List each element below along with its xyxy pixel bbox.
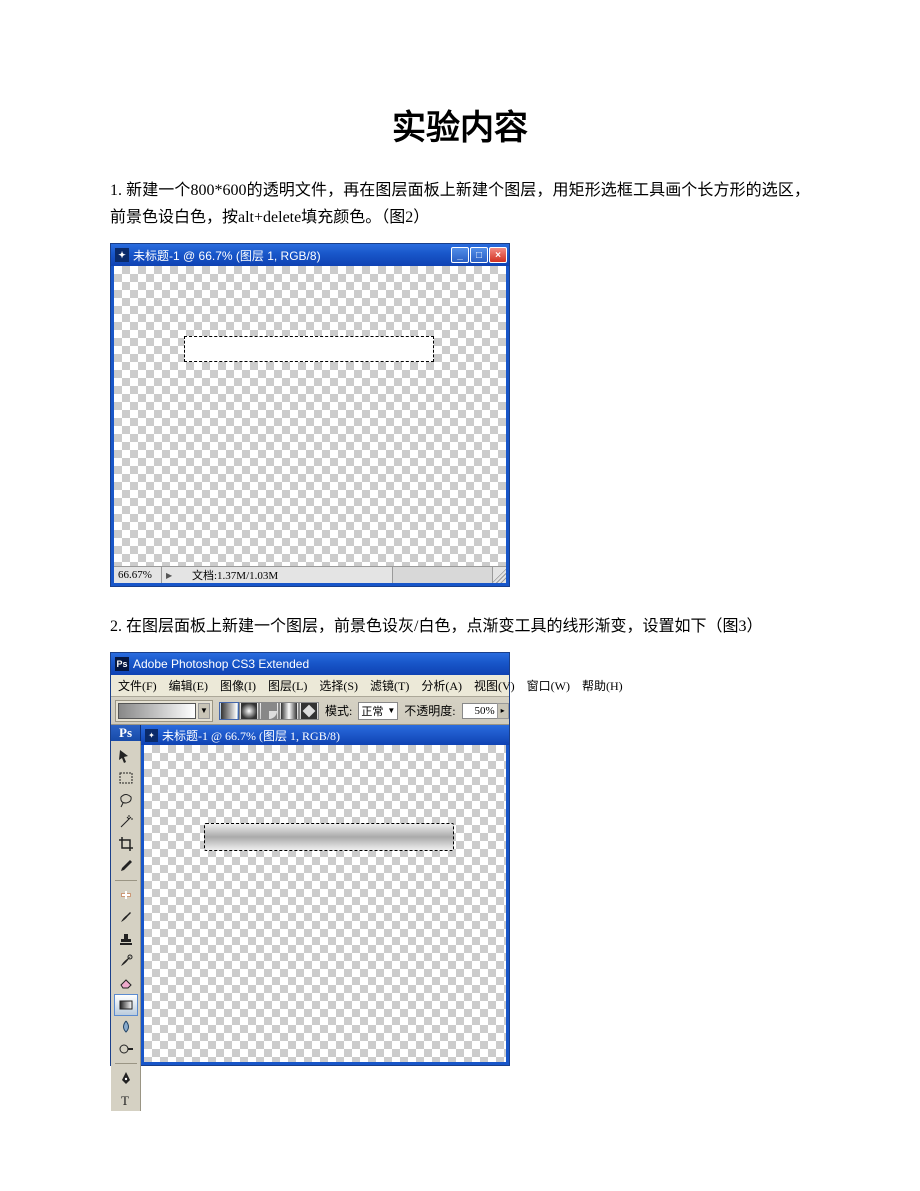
- eraser-tool-icon[interactable]: [114, 972, 138, 994]
- doc-window-titlebar[interactable]: ✦ 未标题-1 @ 66.7% (图层 1, RGB/8) _ □ ×: [111, 244, 509, 266]
- ps-doc-icon: ✦: [115, 248, 129, 262]
- doc-size-field[interactable]: 文档:1.37M/1.03M: [162, 567, 392, 583]
- paragraph-1: 1. 新建一个800*600的透明文件，再在图层面板上新建个图层，用矩形选框工具…: [110, 177, 810, 231]
- options-bar: ▼ 模式: 正常 ▼ 不透明度: 50% ▸: [111, 697, 509, 725]
- figure-2: Ps Adobe Photoshop CS3 Extended 文件(F) 编辑…: [110, 652, 510, 1066]
- brush-tool-icon[interactable]: [114, 906, 138, 928]
- diamond-gradient-button[interactable]: [299, 702, 319, 720]
- canvas-area-2[interactable]: [144, 745, 506, 1062]
- crop-tool-icon[interactable]: [114, 833, 138, 855]
- menu-layer[interactable]: 图层(L): [263, 675, 312, 696]
- gradient-picker[interactable]: ▼: [115, 700, 213, 722]
- doc-window-title-2: 未标题-1 @ 66.7% (图层 1, RGB/8): [162, 727, 340, 744]
- minimize-button[interactable]: _: [451, 247, 469, 263]
- app-window-titlebar[interactable]: Ps Adobe Photoshop CS3 Extended: [111, 653, 509, 675]
- type-tool-icon[interactable]: T: [114, 1089, 138, 1111]
- history-brush-tool-icon[interactable]: [114, 950, 138, 972]
- mode-label: 模式:: [325, 702, 352, 719]
- svg-text:T: T: [121, 1093, 129, 1108]
- blend-mode-value: 正常: [361, 703, 383, 719]
- magic-wand-tool-icon[interactable]: [114, 811, 138, 833]
- radial-gradient-button[interactable]: [239, 702, 259, 720]
- healing-brush-tool-icon[interactable]: [114, 884, 138, 906]
- marquee-tool-icon[interactable]: [114, 767, 138, 789]
- ps-brand-bar: Ps: [111, 725, 141, 741]
- gradient-filled-bar: [204, 823, 454, 851]
- zoom-field[interactable]: 66.67%: [114, 567, 162, 583]
- doc-window-title: 未标题-1 @ 66.7% (图层 1, RGB/8): [133, 247, 321, 264]
- canvas-area[interactable]: [114, 266, 506, 566]
- paragraph-2: 2. 在图层面板上新建一个图层，前景色设灰/白色，点渐变工具的线形渐变，设置如下…: [110, 613, 810, 640]
- menu-select[interactable]: 选择(S): [314, 675, 363, 696]
- figure-1: ✦ 未标题-1 @ 66.7% (图层 1, RGB/8) _ □ × 66.6…: [110, 243, 510, 587]
- lasso-tool-icon[interactable]: [114, 789, 138, 811]
- ps-app-icon: Ps: [115, 657, 129, 671]
- menubar: 文件(F) 编辑(E) 图像(I) 图层(L) 选择(S) 滤镜(T) 分析(A…: [111, 675, 509, 697]
- angle-gradient-button[interactable]: [259, 702, 279, 720]
- blend-mode-select[interactable]: 正常 ▼: [358, 702, 398, 720]
- chevron-down-icon: ▼: [387, 706, 395, 715]
- toolbox: T: [111, 741, 141, 1111]
- workspace: Ps T: [111, 725, 509, 1065]
- horizontal-scrollbar[interactable]: [392, 567, 492, 583]
- menu-image[interactable]: 图像(I): [215, 675, 261, 696]
- blur-tool-icon[interactable]: [114, 1016, 138, 1038]
- maximize-button[interactable]: □: [470, 247, 488, 263]
- opacity-dropdown-arrow[interactable]: ▸: [497, 703, 509, 719]
- eyedropper-tool-icon[interactable]: [114, 855, 138, 877]
- menu-analysis[interactable]: 分析(A): [416, 675, 467, 696]
- pen-tool-icon[interactable]: [114, 1067, 138, 1089]
- resize-grip[interactable]: [492, 567, 506, 583]
- menu-filter[interactable]: 滤镜(T): [365, 675, 414, 696]
- linear-gradient-button[interactable]: [219, 702, 239, 720]
- stamp-tool-icon[interactable]: [114, 928, 138, 950]
- menu-help[interactable]: 帮助(H): [577, 675, 628, 696]
- opacity-input[interactable]: 50%: [462, 703, 498, 719]
- statusbar: 66.67% 文档:1.37M/1.03M: [114, 566, 506, 583]
- app-window-title: Adobe Photoshop CS3 Extended: [133, 657, 309, 671]
- close-button[interactable]: ×: [489, 247, 507, 263]
- doc-window-titlebar-2[interactable]: ✦ 未标题-1 @ 66.7% (图层 1, RGB/8): [141, 725, 509, 745]
- filled-selection-rect: [184, 336, 434, 362]
- page-title: 实验内容: [110, 100, 810, 149]
- menu-file[interactable]: 文件(F): [113, 675, 162, 696]
- gradient-preview: [118, 703, 196, 719]
- opacity-label: 不透明度:: [404, 702, 455, 719]
- gradient-dropdown-arrow[interactable]: ▼: [198, 703, 210, 719]
- ps-doc-icon-2: ✦: [145, 729, 158, 742]
- menu-edit[interactable]: 编辑(E): [164, 675, 213, 696]
- menu-view[interactable]: 视图(V): [469, 675, 520, 696]
- reflected-gradient-button[interactable]: [279, 702, 299, 720]
- document-area: ✦ 未标题-1 @ 66.7% (图层 1, RGB/8): [141, 725, 509, 1065]
- gradient-type-group: [219, 702, 319, 720]
- dodge-tool-icon[interactable]: [114, 1038, 138, 1060]
- move-tool-icon[interactable]: [114, 745, 138, 767]
- menu-window[interactable]: 窗口(W): [522, 675, 575, 696]
- gradient-tool-icon[interactable]: [114, 994, 138, 1016]
